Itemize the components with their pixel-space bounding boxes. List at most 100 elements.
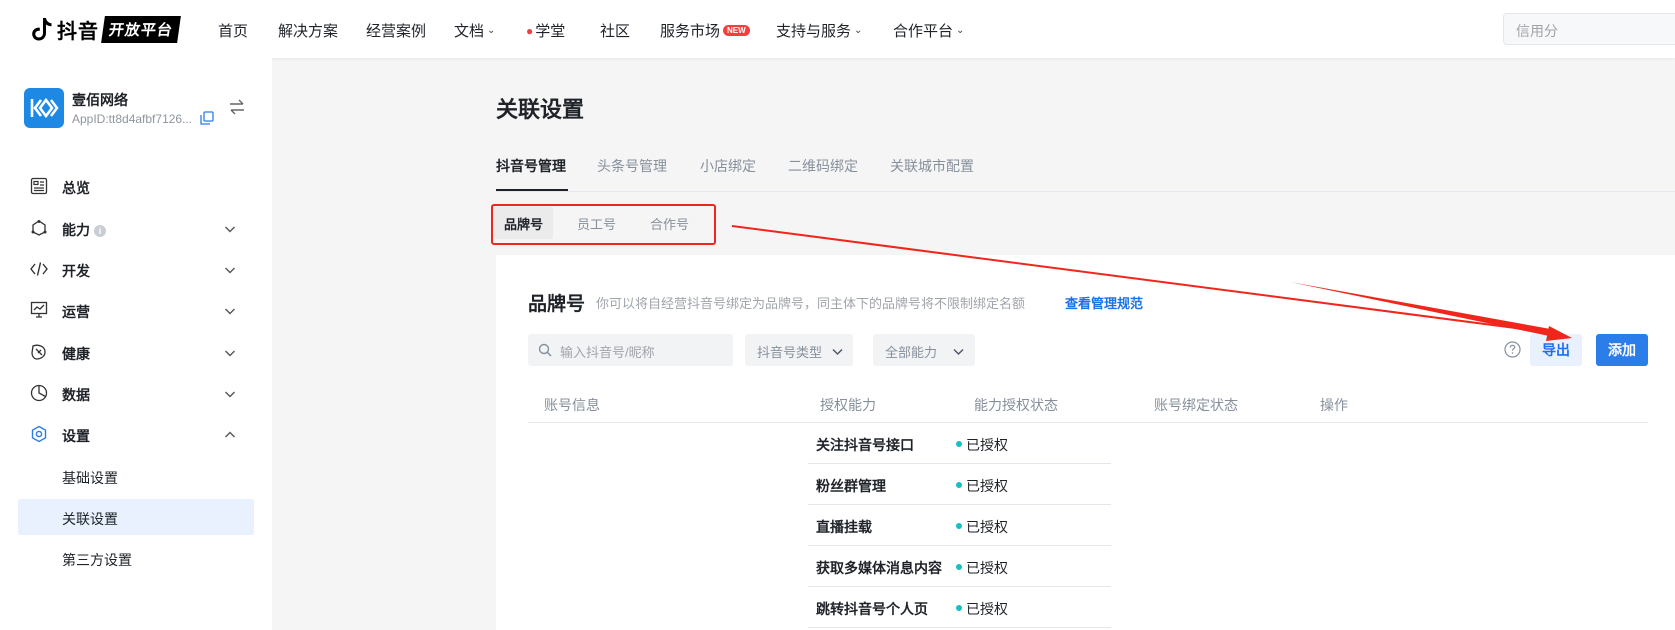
nav-label: 经营案例	[366, 23, 427, 40]
new-badge: NEW	[723, 25, 750, 36]
panel-description: 你可以将自经营抖音号绑定为品牌号，同主体下的品牌号将不限制绑定名额	[596, 296, 1026, 311]
nav-label: 解决方案	[278, 23, 339, 40]
douyin-note-icon	[31, 16, 53, 42]
sidebar-item-label: 健康	[62, 346, 90, 362]
annotation-highlight-box	[491, 204, 716, 245]
active-tab-indicator	[496, 189, 568, 191]
table-row: 直播挂载 已授权	[808, 505, 1111, 546]
chevron-up-icon	[224, 428, 236, 440]
copy-icon[interactable]	[200, 111, 214, 125]
tab-qrcode-binding[interactable]: 二维码绑定	[788, 156, 858, 176]
nav-label: 学堂	[535, 23, 566, 40]
sidebar-item-label: 开发	[62, 263, 90, 279]
capability-name: 关注抖音号接口	[816, 437, 914, 453]
tab-shop-binding[interactable]: 小店绑定	[700, 156, 756, 176]
capability-name: 直播挂载	[816, 519, 872, 535]
capability-label: 能力	[62, 222, 90, 238]
chevron-down-icon	[224, 387, 236, 399]
capability-name: 跳转抖音号个人页	[816, 601, 928, 617]
sidebar-item-overview[interactable]: 总览	[18, 168, 254, 204]
nav-support[interactable]: 支持与服务 ⌄	[776, 20, 862, 41]
table-row: 粉丝群管理 已授权	[808, 464, 1111, 505]
brand-account-panel: 品牌号 你可以将自经营抖音号绑定为品牌号，同主体下的品牌号将不限制绑定名额 查看…	[496, 255, 1675, 630]
operations-icon	[30, 301, 48, 319]
view-rules-link[interactable]: 查看管理规范	[1065, 293, 1143, 312]
chevron-down-icon	[224, 346, 236, 358]
health-icon	[30, 343, 48, 361]
export-button[interactable]: 导出	[1530, 334, 1582, 366]
app-id: AppID:tt8d4afbf7126...	[72, 112, 193, 126]
sidebar-item-label: 数据	[62, 387, 90, 403]
code-icon	[30, 260, 48, 278]
top-navigation-bar: 抖音 开放平台 首页 解决方案 经营案例 文档 ⌄ ● 学堂 社区 服务市场 NEW …	[0, 0, 1675, 58]
chevron-down-icon	[224, 304, 236, 316]
chevron-down-icon	[224, 263, 236, 275]
nav-solutions[interactable]: 解决方案	[278, 20, 338, 41]
capability-select[interactable]: 全部能力	[873, 334, 975, 366]
status-text: 已授权	[966, 560, 1008, 576]
pie-chart-icon	[30, 384, 48, 402]
sidebar-item-label: 运营	[62, 304, 90, 320]
sidebar-subitem-label: 第三方设置	[62, 552, 132, 568]
nav-academy[interactable]: ● 学堂	[526, 20, 565, 41]
capability-name: 获取多媒体消息内容	[816, 560, 942, 576]
sidebar-item-data[interactable]: 数据	[18, 375, 254, 411]
douyin-open-platform-logo[interactable]: 抖音 开放平台	[31, 15, 181, 43]
account-search-input[interactable]: 输入抖音号/昵称	[528, 334, 733, 366]
select-value: 抖音号类型	[757, 345, 823, 360]
account-type-select[interactable]: 抖音号类型	[745, 334, 853, 366]
chevron-down-icon	[832, 345, 843, 356]
nav-cases[interactable]: 经营案例	[366, 20, 426, 41]
settings-icon	[30, 425, 48, 443]
sidebar-item-settings[interactable]: 设置	[18, 416, 254, 452]
sidebar-item-label: 设置	[62, 428, 90, 444]
nav-docs[interactable]: 文档 ⌄	[454, 20, 495, 41]
column-header-capability-status: 能力授权状态	[974, 397, 1058, 413]
status-dot	[956, 605, 962, 611]
sidebar-subitem-label: 基础设置	[62, 470, 118, 486]
table-row: 关注抖音号接口 已授权	[808, 423, 1111, 464]
table-row: 获取多媒体消息内容 已授权	[808, 546, 1111, 587]
nav-label: 合作平台	[893, 23, 954, 40]
tab-city-config[interactable]: 关联城市配置	[890, 156, 974, 176]
sidebar-subitem-association-settings[interactable]: 关联设置	[18, 499, 254, 535]
logo-text: 抖音	[57, 20, 99, 43]
tab-toutiao-account-management[interactable]: 头条号管理	[597, 156, 667, 176]
status-dot	[956, 441, 962, 447]
column-header-account-info: 账号信息	[544, 397, 600, 413]
sidebar-item-health[interactable]: 健康	[18, 334, 254, 370]
nav-label: 服务市场	[660, 23, 721, 40]
flame-icon: ●	[526, 23, 534, 38]
help-icon[interactable]	[1504, 341, 1521, 358]
page-title: 关联设置	[496, 97, 585, 122]
status-text: 已授权	[966, 601, 1008, 617]
info-icon[interactable]: i	[94, 225, 106, 237]
nav-partner[interactable]: 合作平台 ⌄	[893, 20, 964, 41]
select-value: 全部能力	[885, 345, 938, 360]
sidebar-item-capability[interactable]: 能力 i	[18, 210, 254, 246]
search-placeholder: 输入抖音号/昵称	[560, 345, 655, 360]
column-header-binding-status: 账号绑定状态	[1154, 397, 1238, 413]
tab-douyin-account-management[interactable]: 抖音号管理	[496, 156, 566, 176]
chevron-down-icon	[224, 222, 236, 234]
nav-home[interactable]: 首页	[218, 20, 248, 41]
status-dot	[956, 482, 962, 488]
nav-service-market[interactable]: 服务市场 NEW	[660, 20, 750, 41]
nav-label: 首页	[218, 23, 249, 40]
add-button[interactable]: 添加	[1596, 334, 1648, 366]
nav-label: 社区	[600, 23, 631, 40]
sidebar-item-label: 能力 i	[62, 220, 106, 240]
sidebar-subitem-basic-settings[interactable]: 基础设置	[18, 458, 254, 494]
status-dot	[956, 564, 962, 570]
credit-score-input[interactable]: 信用分	[1503, 13, 1675, 45]
sidebar-subitem-third-party-settings[interactable]: 第三方设置	[18, 540, 254, 576]
sidebar-item-operations[interactable]: 运营	[18, 292, 254, 328]
status-text: 已授权	[966, 437, 1008, 453]
sidebar-item-develop[interactable]: 开发	[18, 251, 254, 287]
switch-app-icon[interactable]	[228, 98, 246, 116]
chevron-down-icon: ⌄	[487, 25, 496, 36]
app-avatar	[24, 88, 64, 128]
capability-icon	[30, 219, 48, 237]
nav-community[interactable]: 社区	[600, 20, 630, 41]
sidebar: 壹佰网络 AppID:tt8d4afbf7126... 总览 能力 i 开发 运营…	[0, 58, 272, 630]
